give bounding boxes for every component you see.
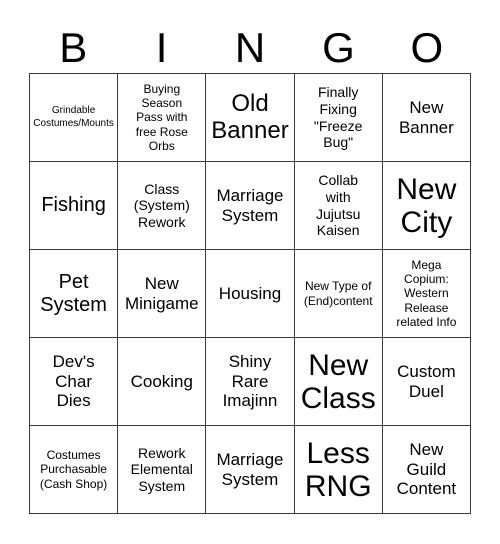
bingo-cell-label: Mega Copium: Western Release related Inf… bbox=[396, 257, 457, 330]
bingo-header-letter-o: O bbox=[410, 23, 444, 71]
bingo-cell-label: Collab with Jujutsu Kaisen bbox=[316, 172, 361, 239]
bingo-grid: Grindable Costumes/Mounts Buying Season P… bbox=[29, 73, 471, 514]
bingo-cell[interactable]: Dev's Char Dies bbox=[30, 338, 119, 426]
bingo-cell[interactable]: Fishing bbox=[30, 162, 119, 250]
bingo-cell[interactable]: New Class bbox=[294, 338, 383, 426]
bingo-cell-label: Dev's Char Dies bbox=[52, 351, 95, 411]
bingo-cell-label: New Banner bbox=[398, 97, 454, 137]
bingo-cell[interactable]: New Guild Content bbox=[382, 426, 471, 514]
bingo-cell-label: Pet System bbox=[40, 270, 107, 316]
bingo-cell[interactable]: Old Banner bbox=[206, 74, 295, 162]
bingo-cell-label: Shiny Rare Imajinn bbox=[222, 351, 278, 411]
bingo-cell-label: Grindable Costumes/Mounts bbox=[33, 105, 114, 129]
bingo-cell-label: Fishing bbox=[41, 194, 106, 217]
bingo-cell[interactable]: Housing bbox=[206, 250, 295, 338]
bingo-header-row: B I N G O bbox=[29, 22, 471, 73]
bingo-header-letter-g: G bbox=[322, 23, 355, 71]
bingo-cell-label: Housing bbox=[218, 283, 282, 303]
bingo-cell-label: New Minigame bbox=[124, 273, 199, 313]
bingo-header-letter-b: B bbox=[59, 23, 88, 71]
bingo-cell-label: New City bbox=[396, 172, 457, 239]
bingo-cell[interactable]: Marriage System bbox=[206, 426, 295, 514]
bingo-cell-label: New Class bbox=[300, 348, 376, 415]
bingo-cell[interactable]: Rework Elemental System bbox=[118, 426, 207, 514]
bingo-cell-label: Less RNG bbox=[304, 436, 372, 503]
bingo-cell[interactable]: Buying Season Pass with free Rose Orbs bbox=[118, 74, 207, 162]
bingo-cell[interactable]: Shiny Rare Imajinn bbox=[206, 338, 295, 426]
bingo-cell-label: Buying Season Pass with free Rose Orbs bbox=[135, 81, 188, 154]
bingo-cell[interactable]: New Banner bbox=[382, 74, 471, 162]
bingo-cell-label: Marriage System bbox=[216, 449, 284, 489]
bingo-cell-label: Finally Fixing "Freeze Bug" bbox=[313, 84, 363, 151]
bingo-cell-label: Costumes Purchasable (Cash Shop) bbox=[39, 447, 108, 491]
bingo-cell[interactable]: Class (System) Rework bbox=[118, 162, 207, 250]
bingo-cell[interactable]: Custom Duel bbox=[382, 338, 471, 426]
bingo-header-letter-i: I bbox=[155, 23, 168, 71]
bingo-cell-label: New Guild Content bbox=[396, 439, 457, 499]
bingo-cell-label: Class (System) Rework bbox=[133, 180, 190, 230]
bingo-cell-label: Custom Duel bbox=[397, 361, 456, 401]
bingo-cell[interactable]: Less RNG bbox=[294, 426, 383, 514]
bingo-cell[interactable]: Grindable Costumes/Mounts bbox=[30, 74, 119, 162]
bingo-cell[interactable]: Cooking bbox=[118, 338, 207, 426]
bingo-cell[interactable]: New Type of (End)content bbox=[294, 250, 383, 338]
bingo-cell[interactable]: Collab with Jujutsu Kaisen bbox=[294, 162, 383, 250]
bingo-cell-label: Marriage System bbox=[216, 185, 284, 225]
bingo-cell-label: Cooking bbox=[130, 371, 193, 391]
bingo-cell[interactable]: Costumes Purchasable (Cash Shop) bbox=[30, 426, 119, 514]
bingo-cell[interactable]: Mega Copium: Western Release related Inf… bbox=[382, 250, 471, 338]
bingo-cell-label: Rework Elemental System bbox=[130, 444, 193, 494]
bingo-cell-label: Old Banner bbox=[211, 89, 289, 144]
bingo-header-letter-n: N bbox=[234, 23, 266, 71]
bingo-cell[interactable]: Marriage System bbox=[206, 162, 295, 250]
bingo-card: B I N G O Grindable Costumes/Mounts Buyin… bbox=[0, 0, 500, 544]
bingo-cell[interactable]: Finally Fixing "Freeze Bug" bbox=[294, 74, 383, 162]
bingo-cell[interactable]: New Minigame bbox=[118, 250, 207, 338]
bingo-cell-label: New Type of (End)content bbox=[303, 279, 373, 308]
bingo-cell[interactable]: Pet System bbox=[30, 250, 119, 338]
bingo-cell[interactable]: New City bbox=[382, 162, 471, 250]
